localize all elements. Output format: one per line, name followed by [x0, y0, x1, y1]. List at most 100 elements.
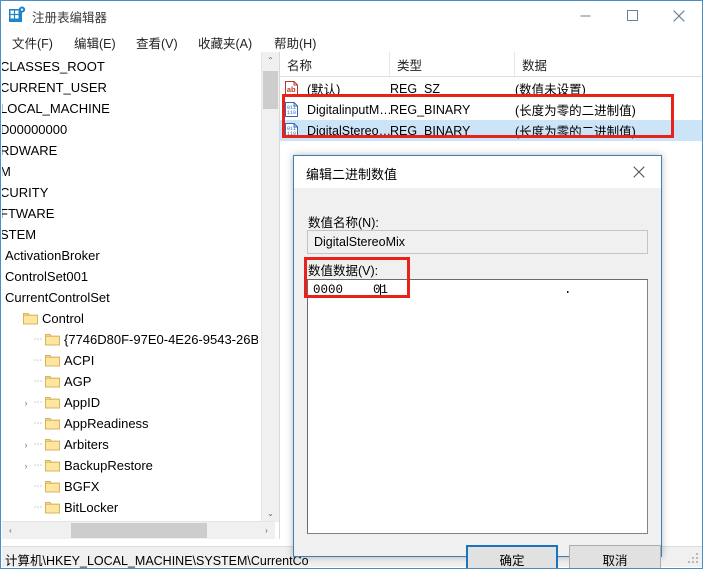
text-caret	[380, 284, 381, 298]
folder-icon	[45, 480, 60, 493]
tree-connector-icon: ⋯	[33, 397, 43, 407]
tree-item[interactable]: › ⋯ Arbiters	[2, 434, 258, 455]
dialog-title: 编辑二进制数值	[306, 167, 398, 182]
value-type-cell: REG_SZ	[390, 81, 441, 96]
tree-item-label: D00000000	[2, 122, 68, 137]
tree-item-label: Control	[42, 311, 84, 326]
list-column-headers: 名称 类型 数据	[280, 52, 702, 77]
tree-item[interactable]: CurrentControlSet	[2, 287, 258, 308]
tree-item[interactable]: ⋯ {7746D80F-97E0-4E26-9543-26B41FC…	[2, 329, 259, 350]
tree-item[interactable]: ControlSet001	[2, 266, 258, 287]
value-data-cell: (数值未设置)	[515, 83, 586, 97]
tree-item-label: ActivationBroker	[5, 248, 100, 263]
edit-binary-value-dialog: 编辑二进制数值 数值名称(N): DigitalStereoMix 数值数据(V…	[293, 155, 662, 568]
value-data-cell: (长度为零的二进制值)	[515, 104, 636, 118]
table-row[interactable]: ab (默认) REG_SZ (数值未设置)	[280, 78, 702, 99]
tree-vertical-scrollbar[interactable]: ⌃ ⌄	[261, 52, 279, 522]
tree-item-label: STEM	[2, 227, 37, 242]
tree-connector-icon: ⋯	[33, 418, 43, 428]
registry-tree[interactable]: CLASSES_ROOT CURRENT_USER LOCAL_MACHINE D00…	[2, 52, 258, 522]
folder-icon	[45, 396, 60, 409]
maximize-button[interactable]	[609, 1, 655, 30]
registry-editor-icon	[8, 6, 26, 24]
menu-favorites[interactable]: 收藏夹(A)	[193, 32, 257, 52]
tree-connector-icon: ⋯	[33, 502, 43, 512]
tree-item[interactable]: RDWARE	[2, 140, 258, 161]
tree-item-label: CurrentControlSet	[5, 290, 110, 305]
column-header-name[interactable]: 名称	[280, 52, 390, 76]
tree-item[interactable]: CURITY	[2, 182, 258, 203]
minimize-button[interactable]	[562, 1, 608, 30]
value-data-cell: (长度为零的二进制值)	[515, 125, 636, 139]
value-data-hex-editor[interactable]: 0000 01 .	[307, 279, 648, 534]
tree-connector-icon: ⋯	[33, 460, 43, 470]
folder-icon	[45, 333, 60, 346]
value-name-cell: DigitalinputM…	[307, 102, 390, 117]
tree-connector-icon: ⋯	[33, 334, 43, 344]
folder-icon	[45, 375, 60, 388]
tree-connector-icon: ⋯	[33, 439, 43, 449]
table-row[interactable]: 011 110 DigitalStereo… REG_BINARY (长度为零的二进制值…	[280, 120, 702, 141]
column-header-type[interactable]: 类型	[390, 52, 515, 76]
hex-bytes: 0000 01	[313, 283, 389, 297]
tree-horizontal-scrollbar[interactable]: ‹ ›	[2, 521, 275, 539]
tree-item[interactable]: FTWARE	[2, 203, 258, 224]
tree-item-label: CURITY	[2, 185, 49, 200]
registry-tree-panel: CLASSES_ROOT CURRENT_USER LOCAL_MACHINE D00…	[2, 52, 280, 539]
tree-item-label: RDWARE	[2, 143, 58, 158]
folder-icon	[45, 417, 60, 430]
value-name-field[interactable]: DigitalStereoMix	[307, 230, 648, 254]
value-type-cell: REG_BINARY	[390, 123, 471, 138]
vscroll-thumb[interactable]	[263, 71, 278, 109]
tree-item[interactable]: ⋯ ACPI	[2, 350, 258, 371]
window-title: 注册表编辑器	[32, 11, 108, 25]
hscroll-thumb[interactable]	[71, 523, 207, 538]
scroll-down-icon[interactable]: ⌄	[262, 505, 279, 522]
tree-connector-icon: ⋯	[33, 376, 43, 386]
tree-item[interactable]: ActivationBroker	[2, 245, 258, 266]
cancel-button[interactable]: 取消	[569, 545, 661, 568]
dialog-body: 数值名称(N): DigitalStereoMix 数值数据(V): 0000 …	[294, 188, 661, 568]
tree-item[interactable]: ⋯ BGFX	[2, 476, 258, 497]
tree-item-label: M	[2, 161, 11, 182]
tree-item[interactable]: M	[2, 161, 258, 182]
tree-item[interactable]: › ⋯ BackupRestore	[2, 455, 258, 476]
tree-item[interactable]: ⋯ AGP	[2, 371, 258, 392]
folder-icon	[45, 501, 60, 514]
tree-item[interactable]: LOCAL_MACHINE	[2, 98, 258, 119]
tree-item[interactable]: CURRENT_USER	[2, 77, 258, 98]
hex-ascii-text: .	[564, 283, 572, 297]
table-row[interactable]: 011 110 DigitalinputM… REG_BINARY (长度为零的二进制值…	[280, 99, 702, 120]
tree-item[interactable]: ⋯ BitLocker	[2, 497, 258, 518]
value-name-cell: DigitalStereo…	[307, 123, 390, 138]
folder-icon	[45, 459, 60, 472]
tree-item[interactable]: › ⋯ AppID	[2, 392, 258, 413]
dialog-close-icon[interactable]	[616, 156, 661, 187]
menu-view[interactable]: 查看(V)	[131, 32, 183, 52]
scroll-left-icon[interactable]: ‹	[2, 522, 19, 539]
tree-item[interactable]: CLASSES_ROOT	[2, 56, 258, 77]
tree-item-label: CURRENT_USER	[2, 80, 107, 95]
tree-item-label: ACPI	[64, 353, 95, 368]
scroll-right-icon[interactable]: ›	[258, 522, 275, 539]
column-header-data[interactable]: 数据	[515, 52, 702, 76]
menu-help[interactable]: 帮助(H)	[269, 32, 321, 52]
tree-item-label: Arbiters	[64, 437, 109, 452]
menu-edit[interactable]: 编辑(E)	[69, 32, 121, 52]
tree-item-label: BitLocker	[64, 500, 119, 515]
menu-file[interactable]: 文件(F)	[7, 32, 58, 52]
tree-item[interactable]: STEM	[2, 224, 258, 245]
scroll-up-icon[interactable]: ⌃	[262, 52, 279, 69]
ok-button[interactable]: 确定	[466, 545, 558, 568]
tree-item-label: BackupRestore	[64, 458, 153, 473]
menu-bar: 文件(F) 编辑(E) 查看(V) 收藏夹(A) 帮助(H)	[1, 30, 702, 52]
tree-item[interactable]: ⋯ AppReadiness	[2, 413, 258, 434]
value-name-cell: (默认)	[307, 83, 341, 97]
tree-item[interactable]: D00000000	[2, 119, 258, 140]
tree-item[interactable]: Control	[2, 308, 258, 329]
resize-grip-icon[interactable]	[686, 551, 700, 565]
close-icon[interactable]	[656, 1, 702, 30]
tree-item-label: LOCAL_MACHINE	[2, 101, 110, 116]
title-bar: 注册表编辑器	[1, 1, 702, 30]
folder-icon	[45, 354, 60, 367]
